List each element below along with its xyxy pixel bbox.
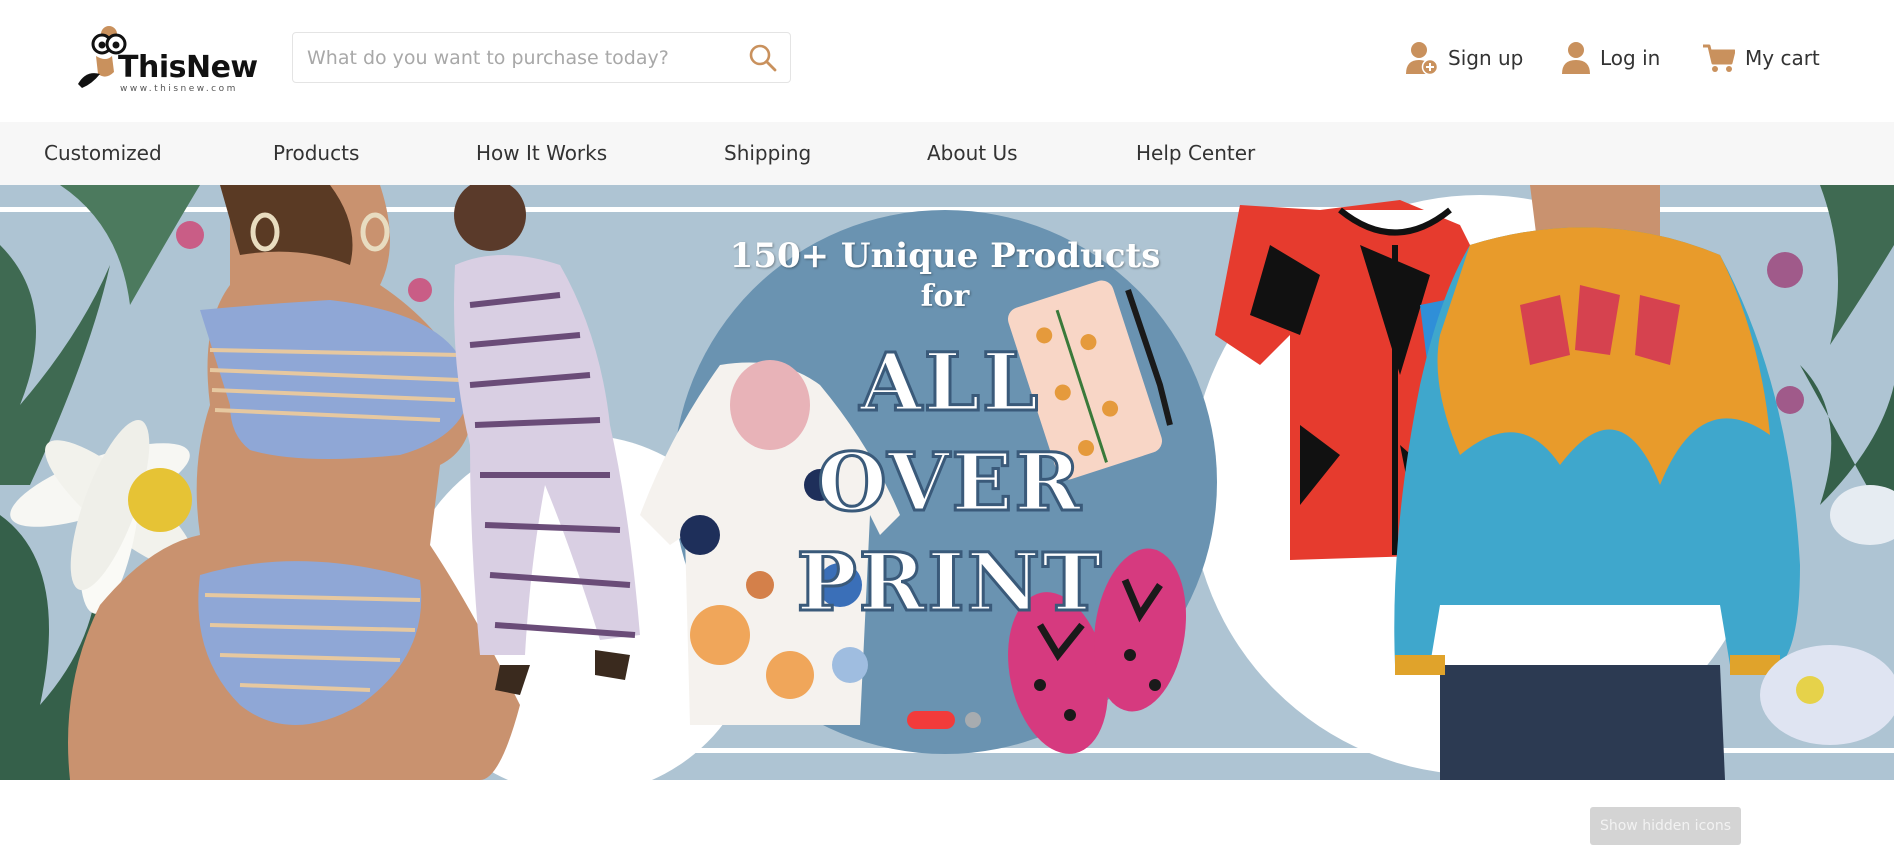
- search-button[interactable]: [748, 43, 778, 73]
- hero-banner[interactable]: 150+ Unique Products for ALL OVER PRINT: [0, 185, 1894, 780]
- user-plus-icon: [1406, 42, 1438, 75]
- signup-label: Sign up: [1448, 46, 1524, 70]
- nav-item-how-it-works[interactable]: How It Works: [476, 122, 607, 185]
- login-link[interactable]: Log in: [1562, 40, 1660, 76]
- logo-url: www.thisnew.com: [120, 84, 238, 94]
- logo-wordmark: ThisNew: [118, 50, 258, 85]
- search-input[interactable]: [307, 33, 727, 82]
- show-hidden-icons-button[interactable]: Show hidden icons: [1590, 807, 1741, 845]
- hero-headline-line1: 150+ Unique Products: [729, 236, 1161, 276]
- hero-big-text-print: PRINT: [795, 534, 1104, 631]
- nav-item-products[interactable]: Products: [273, 122, 359, 185]
- cart-icon: [1703, 44, 1735, 72]
- search-icon: [749, 44, 777, 72]
- hero-headline: 150+ Unique Products for: [700, 235, 1190, 317]
- hero-big-text-over: OVER: [816, 434, 1083, 531]
- carousel-dot[interactable]: [965, 712, 981, 728]
- site-header: ThisNew www.thisnew.com Sign up Log in: [0, 0, 1894, 122]
- login-label: Log in: [1600, 46, 1661, 70]
- cart-label: My cart: [1745, 46, 1820, 70]
- nav-item-about-us[interactable]: About Us: [927, 122, 1018, 185]
- site-logo[interactable]: ThisNew www.thisnew.com: [76, 22, 258, 94]
- cart-link[interactable]: My cart: [1703, 40, 1820, 76]
- signup-link[interactable]: Sign up: [1406, 40, 1523, 76]
- search-bar: [292, 32, 791, 83]
- nav-item-shipping[interactable]: Shipping: [724, 122, 811, 185]
- carousel-dot-active[interactable]: [907, 711, 955, 729]
- model-hiphop-hoodie: [1394, 185, 1800, 780]
- nav-item-help-center[interactable]: Help Center: [1136, 122, 1255, 185]
- hero-headline-line2: for: [920, 279, 970, 314]
- user-icon: [1562, 42, 1590, 74]
- main-nav: Customized Products How It Works Shippin…: [0, 122, 1894, 185]
- nav-item-customized[interactable]: Customized: [44, 122, 162, 185]
- hero-big-text-all: ALL: [858, 334, 1041, 431]
- carousel-indicators: [907, 711, 981, 729]
